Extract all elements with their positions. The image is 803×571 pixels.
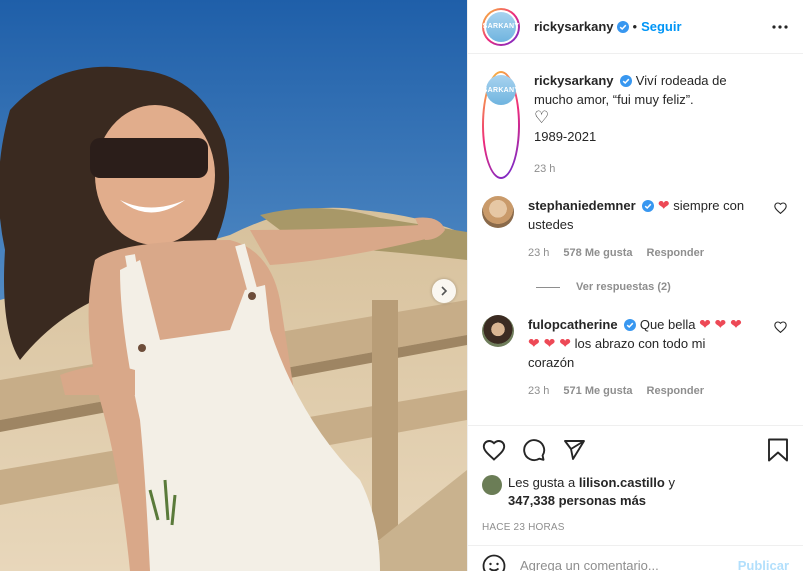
likes-summary: Les gusta a lilison.castillo y 347,338 p… xyxy=(482,474,789,510)
comment-like-icon[interactable] xyxy=(774,202,787,214)
comment-item: fulopcatherine Que bella ❤ ❤ ❤ ❤ ❤ ❤ los… xyxy=(482,315,789,401)
caption-meta: 23 h xyxy=(534,160,754,179)
verified-badge-icon xyxy=(616,20,629,33)
comment-likes[interactable]: 571 Me gusta xyxy=(563,382,632,401)
comment-item: stephaniedemner ❤ siempre con ustedes 23… xyxy=(482,196,789,263)
comment-username[interactable]: stephaniedemner xyxy=(528,198,636,213)
action-icons xyxy=(482,434,789,466)
comment-body: stephaniedemner ❤ siempre con ustedes 23… xyxy=(528,196,748,263)
author-username[interactable]: rickysarkany xyxy=(534,19,614,34)
comment-like-icon[interactable] xyxy=(774,321,787,333)
author-avatar[interactable]: SARKANY xyxy=(482,7,520,46)
share-icon[interactable] xyxy=(562,438,586,462)
comment-time[interactable]: 23 h xyxy=(528,382,549,401)
caption-body: rickysarkany Viví rodeada de mucho amor,… xyxy=(534,71,754,179)
avatar-inner: SARKANY xyxy=(483,9,519,44)
more-options-icon[interactable] xyxy=(771,18,789,36)
add-comment-bar: Publicar xyxy=(468,545,803,571)
likes-count[interactable]: 347,338 personas más xyxy=(508,493,646,508)
chevron-right-icon xyxy=(441,286,448,296)
avatar-logo: SARKANY xyxy=(483,75,519,105)
red-heart-emoji: ❤ xyxy=(699,316,711,332)
post-actions: Les gusta a lilison.castillo y 347,338 p… xyxy=(468,425,803,533)
avatar-inner: SARKANY xyxy=(483,73,519,177)
commenter-avatar[interactable] xyxy=(482,196,514,228)
separator-dot: • xyxy=(632,19,638,34)
likes-text: Les gusta a lilison.castillo y 347,338 p… xyxy=(508,474,675,510)
view-replies[interactable]: Ver respuestas (2) xyxy=(536,281,789,293)
post-sidebar: SARKANY rickysarkany • Seguir SARKANY ri… xyxy=(467,0,803,571)
comment-meta: 23 h 578 Me gusta Responder xyxy=(528,244,748,263)
comment-meta: 23 h 571 Me gusta Responder xyxy=(528,382,748,401)
likes-prefix: Les gusta a xyxy=(508,475,576,490)
caption-time[interactable]: 23 h xyxy=(534,160,555,179)
red-heart-emoji: ❤ xyxy=(657,197,670,213)
commenter-avatar[interactable] xyxy=(482,315,514,347)
caption: SARKANY rickysarkany Viví rodeada de muc… xyxy=(482,71,789,179)
next-photo-button[interactable] xyxy=(432,279,456,303)
verified-badge-icon xyxy=(642,200,655,212)
instagram-post-modal: SARKANY rickysarkany • Seguir SARKANY ri… xyxy=(0,0,803,571)
caption-avatar[interactable]: SARKANY xyxy=(482,71,520,179)
liker-username[interactable]: lilison.castillo xyxy=(579,475,665,490)
verified-badge-icon xyxy=(624,319,637,331)
comment-username[interactable]: fulopcatherine xyxy=(528,317,618,332)
avatar-logo: SARKANY xyxy=(483,11,519,42)
post-header: SARKANY rickysarkany • Seguir xyxy=(468,0,803,54)
comments-list[interactable]: SARKANY rickysarkany Viví rodeada de muc… xyxy=(468,55,803,425)
comment-likes[interactable]: 578 Me gusta xyxy=(563,244,632,263)
thread-line xyxy=(536,286,560,288)
emoji-icon[interactable] xyxy=(482,554,506,571)
reply-button[interactable]: Responder xyxy=(647,382,704,401)
comment-icon[interactable] xyxy=(522,438,546,462)
comment-body: fulopcatherine Que bella ❤ ❤ ❤ ❤ ❤ ❤ los… xyxy=(528,315,748,401)
comment-text: Que bella xyxy=(639,317,696,332)
publish-button[interactable]: Publicar xyxy=(738,558,789,571)
photo-illustration xyxy=(0,0,467,571)
caption-username[interactable]: rickysarkany xyxy=(534,73,614,88)
reply-button[interactable]: Responder xyxy=(647,244,704,263)
comment-input[interactable] xyxy=(520,558,738,571)
caption-years: 1989-2021 xyxy=(534,129,597,144)
post-photo[interactable] xyxy=(0,0,467,571)
follow-button[interactable]: Seguir xyxy=(641,19,681,34)
verified-badge-icon xyxy=(620,75,633,87)
heart-outline-icon[interactable] xyxy=(482,439,506,461)
liker-avatar[interactable] xyxy=(482,475,502,495)
view-replies-label: Ver respuestas (2) xyxy=(576,281,671,293)
caption-heart: ♡ xyxy=(534,108,550,127)
likes-joiner: y xyxy=(668,475,675,490)
bookmark-icon[interactable] xyxy=(767,438,789,462)
comment-time[interactable]: 23 h xyxy=(528,244,549,263)
post-timestamp[interactable]: HACE 23 HORAS xyxy=(482,522,789,533)
